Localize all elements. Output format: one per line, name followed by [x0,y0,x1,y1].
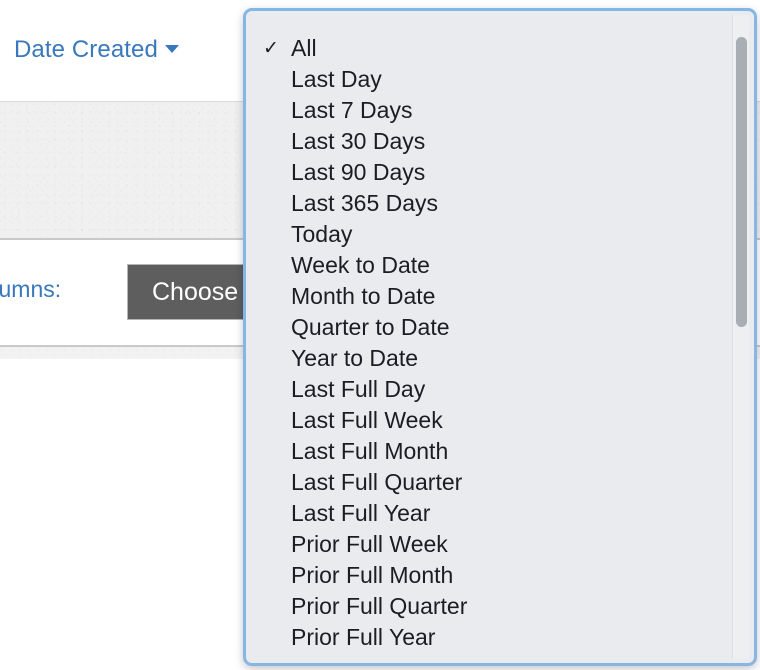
menu-item-label: Today [291,221,353,247]
menu-item[interactable]: Year to Date [246,343,754,374]
column-header-date-created[interactable]: Date Created [14,36,179,64]
check-icon [260,312,282,343]
menu-item-label: Last Day [291,66,382,92]
menu-item[interactable]: Prior Full Quarter [246,591,754,622]
check-icon [260,343,282,374]
menu-item[interactable]: Last Full Week [246,405,754,436]
menu-item[interactable]: Prior Full Week [246,529,754,560]
menu-item-label: Prior Full Week [291,531,448,557]
menu-item-label: Last Full Quarter [291,469,463,495]
menu-item-label: Prior Full Year [291,624,436,650]
menu-item[interactable]: Week to Date [246,250,754,281]
check-icon [260,405,282,436]
check-icon [260,64,282,95]
menu-item[interactable]: Last Full Month [246,436,754,467]
menu-item[interactable]: Prior Full Year [246,622,754,653]
check-icon [260,219,282,250]
check-icon [260,95,282,126]
check-icon [260,529,282,560]
check-icon [260,560,282,591]
check-icon [260,436,282,467]
menu-item-label: Last 365 Days [291,190,439,216]
menu-item-label: Week to Date [291,252,430,278]
menu-scrollbar-thumb[interactable] [736,37,747,327]
check-icon [260,591,282,622]
menu-item-label: Last 30 Days [291,128,426,154]
menu-item[interactable]: Last Full Year [246,498,754,529]
columns-label: Columns: [0,276,62,302]
menu-item[interactable]: Month to Date [246,281,754,312]
check-icon [260,467,282,498]
menu-item-label: Last Full Week [291,407,443,433]
menu-item-label: Last Full Day [291,376,426,402]
menu-item[interactable]: Last 30 Days [246,126,754,157]
date-created-filter-menu[interactable]: ✓ All Last Day Last 7 Days Last 30 Days Last … [243,8,757,666]
menu-item[interactable]: Last 365 Days [246,188,754,219]
check-icon [260,157,282,188]
menu-item-label: Year to Date [291,345,419,371]
menu-scrollbar-track[interactable] [732,15,749,659]
menu-item-list: ✓ All Last Day Last 7 Days Last 30 Days Last … [246,33,754,653]
check-icon: ✓ [263,38,279,59]
menu-item-label: Prior Full Month [291,562,454,588]
menu-item-label: Last Full Month [291,438,449,464]
check-icon [260,622,282,653]
menu-surface: ✓ All Last Day Last 7 Days Last 30 Days Last … [246,11,754,663]
menu-item[interactable]: Last Day [246,64,754,95]
check-icon [260,250,282,281]
menu-item[interactable]: Last Full Quarter [246,467,754,498]
menu-item-label: Last Full Year [291,500,431,526]
menu-item-label: All [291,35,317,61]
menu-item[interactable]: Prior Full Month [246,560,754,591]
check-icon [260,498,282,529]
column-header-label: Date Created [14,36,158,63]
menu-item[interactable]: Quarter to Date [246,312,754,343]
menu-item[interactable]: Last Full Day [246,374,754,405]
menu-item-label: Quarter to Date [291,314,450,340]
menu-item[interactable]: Today [246,219,754,250]
menu-item-label: Last 7 Days [291,97,413,123]
check-icon [260,281,282,312]
menu-item[interactable]: Last 7 Days [246,95,754,126]
menu-item-label: Prior Full Quarter [291,593,468,619]
menu-item[interactable]: Last 90 Days [246,157,754,188]
check-icon [260,126,282,157]
check-icon [260,374,282,405]
check-icon [260,188,282,219]
caret-down-icon [164,45,179,53]
menu-item-label: Month to Date [291,283,436,309]
menu-item[interactable]: ✓ All [246,33,754,64]
menu-item-label: Last 90 Days [291,159,426,185]
